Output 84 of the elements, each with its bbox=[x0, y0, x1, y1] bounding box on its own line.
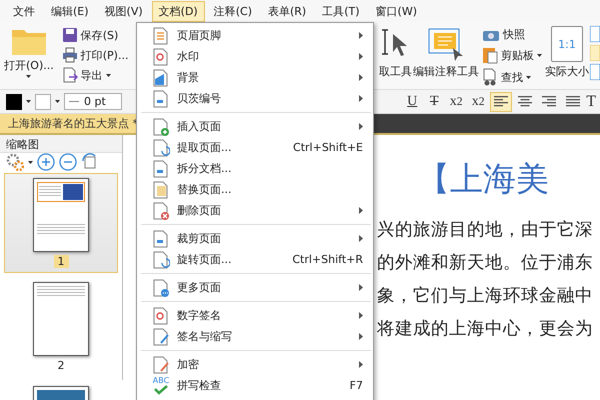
page-more-icon bbox=[152, 278, 170, 296]
menu-item[interactable]: 窗口(W) bbox=[368, 0, 424, 22]
toolbar-button[interactable]: 导出 bbox=[60, 66, 130, 84]
fit-width-icon bbox=[590, 45, 600, 61]
page-rotate-icon bbox=[152, 250, 170, 268]
align-left-icon bbox=[494, 96, 508, 108]
open-button[interactable]: 打开(O)... bbox=[2, 26, 56, 85]
menu-item[interactable]: 提取页面... Ctrl+Shift+E bbox=[137, 137, 373, 158]
page-fill-icon bbox=[152, 68, 170, 86]
menu-item[interactable]: 编辑(E) bbox=[44, 0, 96, 22]
menu-item[interactable]: 加密 bbox=[137, 354, 373, 375]
binoculars-icon bbox=[482, 68, 498, 86]
printer-icon bbox=[62, 47, 78, 63]
page-lines-icon bbox=[152, 26, 170, 44]
menu-item[interactable]: ABC 拼写检查 F7 bbox=[137, 375, 373, 396]
menu-item[interactable]: 数字签名 bbox=[137, 305, 373, 326]
body-text-line: 兴的旅游目的地，由于它深 bbox=[377, 219, 594, 242]
menu-item[interactable]: 更多页面 bbox=[137, 277, 373, 298]
menu-item[interactable]: 替换页面... bbox=[137, 179, 373, 200]
line-width-field[interactable]: 0 pt bbox=[64, 93, 122, 110]
page-pen-icon bbox=[152, 356, 170, 374]
menu-item[interactable]: 注释(C) bbox=[206, 0, 259, 22]
pages-swap-icon bbox=[152, 180, 170, 198]
toolbar-button[interactable]: 保存(S) bbox=[60, 26, 130, 44]
shortcut-label: Ctrl+Shift+E bbox=[293, 141, 363, 154]
toolbar-button[interactable]: 剪贴板 bbox=[480, 45, 544, 65]
abc-label: ABC bbox=[152, 376, 170, 384]
menu-item[interactable]: 删除页面 bbox=[137, 200, 373, 221]
toolbar-button[interactable]: 查找 bbox=[480, 67, 544, 87]
menu-item[interactable]: 文件 bbox=[6, 0, 42, 22]
body-text-line: 象，它们与上海环球金融中 bbox=[377, 285, 594, 308]
text-style-button[interactable]: T bbox=[424, 92, 444, 112]
caret-icon bbox=[26, 75, 32, 78]
body-text-line: 将建成的上海中心，更会为 bbox=[377, 318, 594, 341]
text-style-button[interactable]: U bbox=[402, 92, 422, 112]
gear-icon bbox=[6, 153, 24, 171]
document-heading: 【上海美 bbox=[417, 158, 550, 200]
menu-item[interactable]: 文档(D) bbox=[152, 0, 205, 22]
page-seal-icon bbox=[152, 306, 170, 324]
menu-item[interactable]: 签名与缩写 bbox=[137, 326, 373, 347]
page-stamp-icon bbox=[152, 48, 170, 66]
fill-color-swatch[interactable] bbox=[6, 94, 22, 110]
check-icon bbox=[153, 384, 169, 394]
align-center-icon bbox=[518, 96, 532, 108]
page-delete-icon bbox=[152, 202, 170, 220]
select-tool-button[interactable]: 取工具 bbox=[379, 26, 412, 79]
menu-item[interactable]: 拆分文档... bbox=[137, 158, 373, 179]
zoom-out-icon bbox=[59, 153, 77, 171]
toolbar-button[interactable]: 打印(P)... bbox=[60, 46, 130, 64]
menu-item[interactable]: 表单(R) bbox=[260, 0, 314, 22]
edit-annotation-tool-button[interactable]: 编辑注释工具 bbox=[413, 26, 479, 79]
align-right-icon bbox=[542, 96, 556, 108]
page-arrow-icon bbox=[62, 67, 78, 83]
shortcut-label: F7 bbox=[350, 379, 363, 392]
text-tool-button[interactable]: T bbox=[586, 92, 600, 110]
page-plus-icon bbox=[152, 118, 170, 136]
toolbar-button[interactable]: 快照 bbox=[480, 26, 544, 43]
menu-item[interactable]: 背景 bbox=[137, 67, 373, 88]
caret-icon bbox=[28, 160, 33, 164]
clipboard-icon bbox=[482, 46, 498, 64]
menu-item[interactable]: 贝茨编号 bbox=[137, 88, 373, 109]
panel-title: 缩略图 bbox=[0, 135, 122, 153]
body-text-line: 的外滩和新天地。位于浦东 bbox=[377, 252, 594, 275]
page-thumbnail[interactable]: 2 bbox=[4, 277, 118, 377]
align-justify-icon bbox=[566, 96, 580, 108]
menu-item[interactable]: 旋转页面... Ctrl+Shift+R bbox=[137, 249, 373, 270]
actual-size-button[interactable]: 1:1 实际大小 bbox=[545, 26, 589, 79]
menu-item[interactable]: 视图(V) bbox=[98, 0, 150, 22]
page-split-icon bbox=[152, 160, 170, 178]
menu-item[interactable]: 工具(T) bbox=[315, 0, 367, 22]
caret-icon bbox=[55, 100, 60, 103]
stroke-color-swatch[interactable] bbox=[35, 94, 51, 110]
align-button[interactable] bbox=[490, 92, 512, 112]
page-crop-icon bbox=[152, 230, 170, 248]
line-icon bbox=[69, 100, 79, 102]
caret-icon bbox=[26, 100, 31, 103]
menu-item[interactable]: 水印 bbox=[137, 46, 373, 67]
shortcut-label: Ctrl+Shift+R bbox=[292, 253, 363, 266]
page-number-icon bbox=[152, 90, 170, 108]
menu-item[interactable]: 页眉页脚 bbox=[137, 25, 373, 46]
page-thumbnail[interactable]: 1 bbox=[4, 173, 118, 273]
menu-item[interactable]: 裁剪页面 bbox=[137, 228, 373, 249]
zoom-in-icon bbox=[37, 153, 55, 171]
page-pen-icon bbox=[152, 328, 170, 346]
